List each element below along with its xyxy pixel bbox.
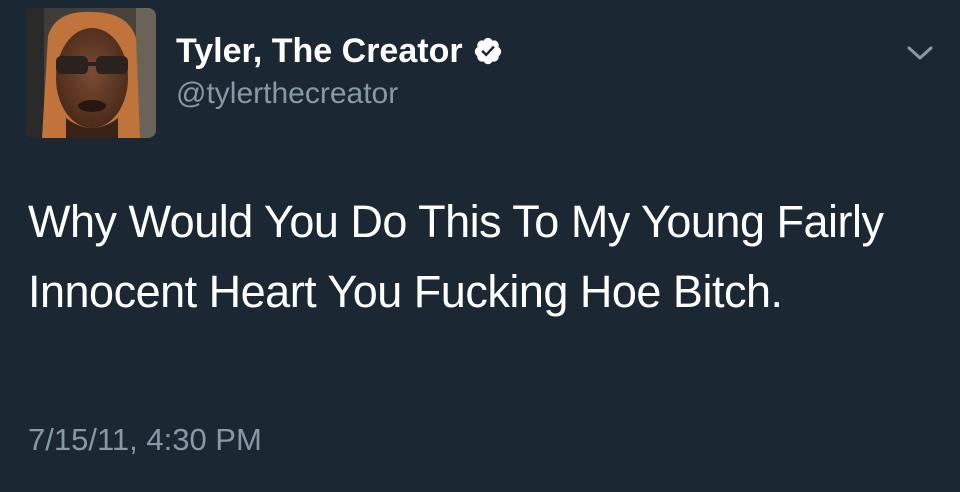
- tweet-text: Why Would You Do This To My Young Fairly…: [28, 196, 884, 317]
- verified-badge-icon: [473, 36, 503, 66]
- avatar[interactable]: [26, 8, 156, 138]
- author-handle[interactable]: @tylerthecreator: [176, 74, 398, 114]
- tweet-card: Tyler, The Creator @tylerthecreator Why …: [0, 0, 960, 492]
- display-name[interactable]: Tyler, The Creator: [176, 30, 463, 72]
- author-name-row: Tyler, The Creator: [176, 30, 503, 72]
- tweet-timestamp[interactable]: 7/15/11, 4:30 PM: [28, 420, 262, 460]
- profile-photo: [26, 8, 156, 138]
- chevron-down-icon[interactable]: [903, 40, 937, 66]
